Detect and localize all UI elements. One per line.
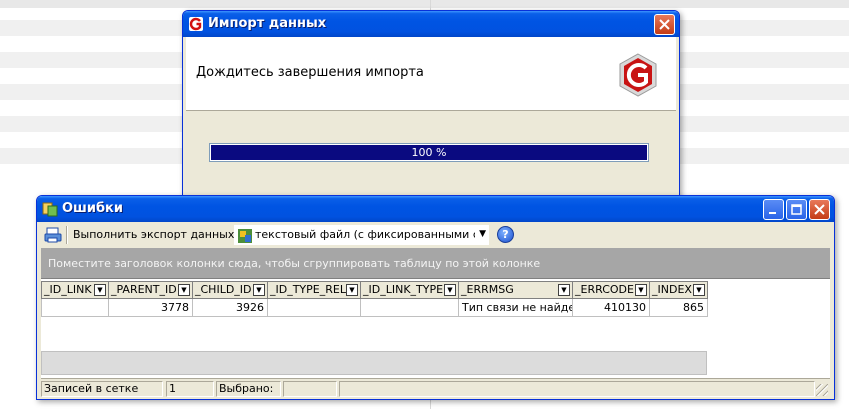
column-header-label: _ERRCODE xyxy=(575,283,634,296)
column-header-label: _ID_LINK_TYPE xyxy=(363,283,444,296)
import-dialog: Импорт данных Дождитесь завершения импор… xyxy=(182,10,680,200)
table-cell[interactable] xyxy=(268,299,361,317)
import-progress-bar: 100 % xyxy=(209,143,649,162)
column-filter-dropdown[interactable]: ▼ xyxy=(346,284,358,296)
column-header[interactable]: _ERRMSG ▼ xyxy=(459,281,573,299)
errors-grid: _ID_LINK ▼ _PARENT_ID ▼ _CHILD_ID ▼ _ID_TYPE_R… xyxy=(41,278,830,378)
progress-text: 100 % xyxy=(411,146,447,159)
grid-header: _ID_LINK ▼ _PARENT_ID ▼ _CHILD_ID ▼ _ID_TYPE_R… xyxy=(41,281,708,299)
resize-grip[interactable] xyxy=(816,384,828,396)
records-count: 1 xyxy=(166,381,214,397)
records-label: Записей в сетке xyxy=(41,381,163,397)
column-header[interactable]: _ID_LINK ▼ xyxy=(41,281,109,299)
column-header-label: _CHILD_ID xyxy=(195,283,252,296)
table-cell[interactable] xyxy=(361,299,459,317)
column-header-label: _ID_LINK xyxy=(44,283,92,296)
column-filter-dropdown[interactable]: ▼ xyxy=(178,284,190,296)
column-filter-dropdown[interactable]: ▼ xyxy=(253,284,265,296)
column-filter-dropdown[interactable]: ▼ xyxy=(444,284,456,296)
minimize-icon xyxy=(769,212,776,214)
maximize-icon xyxy=(791,204,802,215)
column-header[interactable]: _ID_TYPE_REL ▼ xyxy=(268,281,361,299)
table-cell[interactable]: Тип связи не найден. xyxy=(459,299,573,317)
g-app-icon xyxy=(189,17,203,31)
column-header-label: _ERRMSG xyxy=(461,283,514,296)
help-icon[interactable]: ? xyxy=(497,226,514,243)
selected-label: Выбрано: xyxy=(216,381,281,397)
import-dialog-titlebar[interactable]: Импорт данных xyxy=(183,11,679,37)
column-header[interactable]: _PARENT_ID ▼ xyxy=(109,281,193,299)
import-dialog-title: Импорт данных xyxy=(208,16,327,31)
group-by-panel[interactable]: Поместите заголовок колонки сюда, чтобы … xyxy=(41,248,830,278)
import-close-button[interactable] xyxy=(654,14,675,35)
column-header[interactable]: _CHILD_ID ▼ xyxy=(193,281,268,299)
column-header-label: _ID_TYPE_REL xyxy=(270,283,346,296)
column-filter-dropdown[interactable]: ▼ xyxy=(635,284,647,296)
maximize-button[interactable] xyxy=(786,199,807,220)
export-label: Выполнить экспорт данных в: xyxy=(73,228,249,241)
status-empty-pane xyxy=(339,381,815,397)
text-file-icon xyxy=(238,229,252,243)
export-button[interactable] xyxy=(43,225,63,245)
toolbar-separator xyxy=(66,226,68,244)
column-header[interactable]: _ID_LINK_TYPE ▼ xyxy=(361,281,459,299)
g-logo-icon xyxy=(619,53,657,97)
export-format-value: текстовый файл (с фиксированными столбц xyxy=(255,228,475,241)
errors-window-title: Ошибки xyxy=(62,201,123,216)
column-header-label: _PARENT_ID xyxy=(111,283,177,296)
status-bar: Записей в сетке 1 Выбрано: xyxy=(41,378,830,398)
errors-close-button[interactable] xyxy=(809,199,830,220)
export-printer-icon xyxy=(44,227,62,243)
table-row[interactable]: 37783926 Тип связи не найден.410130865 xyxy=(41,299,708,317)
close-icon xyxy=(814,204,825,215)
table-cell[interactable] xyxy=(41,299,109,317)
column-filter-dropdown[interactable]: ▼ xyxy=(558,284,570,296)
import-header-panel: Дождитесь завершения импорта xyxy=(186,37,676,111)
table-cell[interactable]: 865 xyxy=(650,299,708,317)
close-icon xyxy=(659,19,670,30)
column-filter-dropdown[interactable]: ▼ xyxy=(94,284,106,296)
background-header xyxy=(0,0,849,8)
column-filter-dropdown[interactable]: ▼ xyxy=(693,284,705,296)
table-cell[interactable]: 3926 xyxy=(193,299,268,317)
group-by-hint: Поместите заголовок колонки сюда, чтобы … xyxy=(48,257,541,270)
grid-footer xyxy=(41,351,707,375)
errors-window: Ошибки Выполнить экспорт данных в: текст… xyxy=(36,195,835,400)
table-cell[interactable]: 3778 xyxy=(109,299,193,317)
errors-toolbar: Выполнить экспорт данных в: текстовый фа… xyxy=(41,223,830,247)
import-message: Дождитесь завершения импорта xyxy=(196,65,424,80)
errors-window-titlebar[interactable]: Ошибки xyxy=(37,196,834,222)
selected-count xyxy=(283,381,337,397)
column-header[interactable]: _INDEX ▼ xyxy=(650,281,708,299)
errors-app-icon xyxy=(42,202,58,217)
table-cell[interactable]: 410130 xyxy=(573,299,650,317)
column-header-label: _INDEX xyxy=(652,283,692,296)
column-header[interactable]: _ERRCODE ▼ xyxy=(573,281,650,299)
minimize-button[interactable] xyxy=(763,199,784,220)
export-format-select[interactable]: текстовый файл (с фиксированными столбц … xyxy=(234,225,489,245)
chevron-down-icon[interactable]: ▼ xyxy=(479,229,486,239)
